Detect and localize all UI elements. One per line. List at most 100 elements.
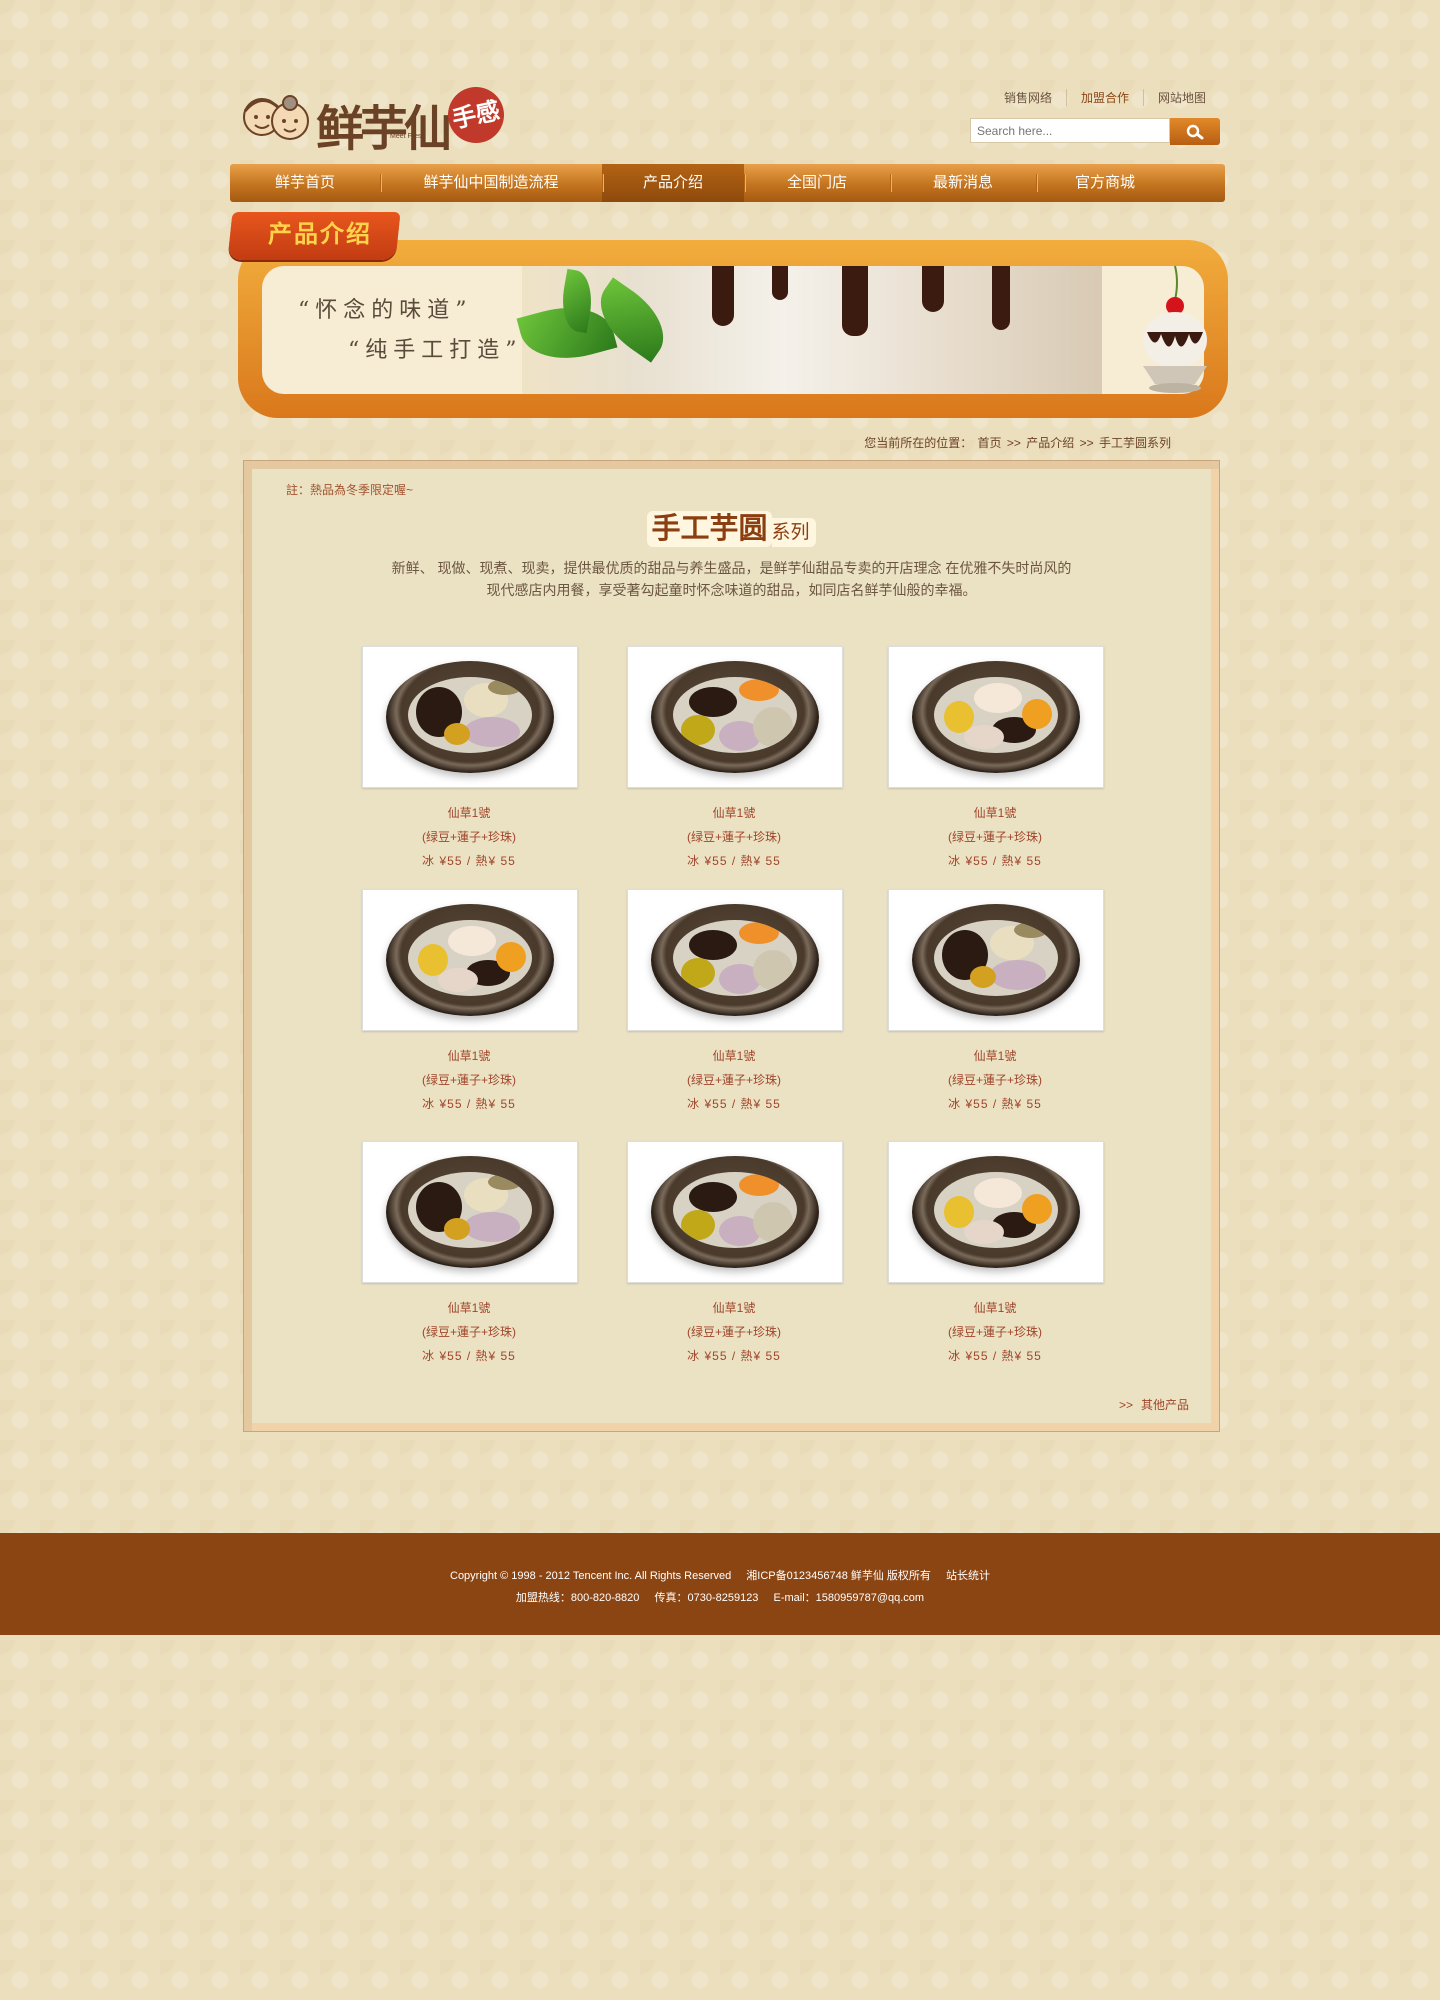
product-card[interactable]: 仙草1號 (绿豆+蓮子+珍珠) 冰 ¥55 / 熱¥ 55 xyxy=(362,1141,578,1364)
product-ingredients: (绿豆+蓮子+珍珠) xyxy=(947,1325,1042,1339)
product-ingredients: (绿豆+蓮子+珍珠) xyxy=(947,1073,1042,1087)
product-ingredients: (绿豆+蓮子+珍珠) xyxy=(421,1073,516,1087)
product-photo[interactable] xyxy=(888,889,1104,1031)
dessert-bowl-icon xyxy=(651,1156,819,1268)
search-box xyxy=(970,118,1220,145)
logo-text: 鲜芋仙 xyxy=(316,101,452,157)
breadcrumb-separator: >> xyxy=(1079,436,1094,450)
product-name[interactable]: 仙草1號 xyxy=(627,1299,841,1316)
logo-stamp: 手感 xyxy=(442,81,510,149)
dessert-bowl-icon xyxy=(386,1156,554,1268)
dessert-bowl-icon xyxy=(651,661,819,773)
product-card[interactable]: 仙草1號 (绿豆+蓮子+珍珠) 冰 ¥55 / 熱¥ 55 xyxy=(888,889,1104,1112)
product-photo[interactable] xyxy=(362,889,578,1031)
dessert-bowl-icon xyxy=(912,904,1080,1016)
nav-item-products[interactable]: 产品介绍 xyxy=(602,164,744,202)
product-ingredients: (绿豆+蓮子+珍珠) xyxy=(947,830,1042,844)
nav-item-news[interactable]: 最新消息 xyxy=(890,164,1036,202)
nav-item-stores[interactable]: 全国门店 xyxy=(744,164,890,202)
top-link-sales-network[interactable]: 销售网络 xyxy=(990,89,1066,106)
product-price: 冰 ¥55 / 熱¥ 55 xyxy=(422,1349,516,1363)
product-photo[interactable] xyxy=(888,1141,1104,1283)
series-description: 新鲜、 现做、现煮、现卖，提供最优质的甜品与养生盛品，是鲜芋仙甜品专卖的开店理念… xyxy=(244,557,1219,601)
product-price: 冰 ¥55 / 熱¥ 55 xyxy=(422,854,516,868)
other-products-link[interactable]: >> 其他产品 xyxy=(1119,1396,1189,1413)
footer-copyright: Copyright © 1998 - 2012 Tencent Inc. All… xyxy=(450,1570,732,1582)
product-price: 冰 ¥55 / 熱¥ 55 xyxy=(948,1097,1042,1111)
banner-slogan-1: “怀念的味道” xyxy=(298,298,473,323)
product-name[interactable]: 仙草1號 xyxy=(627,1047,841,1064)
description-line-1: 新鲜、 现做、现煮、现卖，提供最优质的甜品与养生盛品，是鲜芋仙甜品专卖的开店理念… xyxy=(391,560,1072,576)
top-link-franchise[interactable]: 加盟合作 xyxy=(1065,89,1143,106)
product-photo[interactable] xyxy=(888,646,1104,788)
product-name[interactable]: 仙草1號 xyxy=(362,1299,576,1316)
footer-icp: 湘ICP备0123456748 鲜芋仙 版权所有 xyxy=(746,1570,931,1582)
top-link-sitemap[interactable]: 网站地图 xyxy=(1142,89,1220,106)
search-input[interactable] xyxy=(970,118,1170,143)
series-title: 手工芋圆 系列 xyxy=(244,505,1219,547)
product-card[interactable]: 仙草1號 (绿豆+蓮子+珍珠) 冰 ¥55 / 熱¥ 55 xyxy=(627,646,843,869)
series-title-main: 手工芋圆 xyxy=(647,511,772,547)
breadcrumb: 您当前所在的位置： 首页 >> 产品介绍 >> 手工芋圆系列 xyxy=(864,434,1173,451)
product-price: 冰 ¥55 / 熱¥ 55 xyxy=(687,854,781,868)
product-name[interactable]: 仙草1號 xyxy=(627,804,841,821)
breadcrumb-products[interactable]: 产品介绍 xyxy=(1026,436,1074,450)
product-price: 冰 ¥55 / 熱¥ 55 xyxy=(687,1349,781,1363)
product-card[interactable]: 仙草1號 (绿豆+蓮子+珍珠) 冰 ¥55 / 熱¥ 55 xyxy=(362,889,578,1112)
footer-line-2: 加盟热线：800-820-8820 传真：0730-8259123 E-mail… xyxy=(0,1589,1440,1605)
product-ingredients: (绿豆+蓮子+珍珠) xyxy=(686,1325,781,1339)
nav-item-home[interactable]: 鲜芋首页 xyxy=(230,164,380,202)
dessert-bowl-icon xyxy=(912,1156,1080,1268)
dessert-photo xyxy=(516,266,1102,394)
product-price: 冰 ¥55 / 熱¥ 55 xyxy=(948,1349,1042,1363)
product-ingredients: (绿豆+蓮子+珍珠) xyxy=(421,830,516,844)
product-photo[interactable] xyxy=(362,646,578,788)
site-footer: Copyright © 1998 - 2012 Tencent Inc. All… xyxy=(0,1533,1440,1635)
product-name[interactable]: 仙草1號 xyxy=(362,804,576,821)
product-ingredients: (绿豆+蓮子+珍珠) xyxy=(686,1073,781,1087)
site-logo[interactable]: 鲜芋仙 Meet Fresh 手感 xyxy=(240,81,510,160)
footer-hotline: 加盟热线：800-820-8820 xyxy=(515,1592,640,1604)
breadcrumb-current: 手工芋圆系列 xyxy=(1098,436,1171,450)
product-ingredients: (绿豆+蓮子+珍珠) xyxy=(421,1325,516,1339)
product-content-box: 註：熱品為冬季限定喔~ 手工芋圆 系列 新鲜、 现做、现煮、现卖，提供最优质的甜品… xyxy=(243,460,1220,1432)
product-photo[interactable] xyxy=(627,1141,843,1283)
product-card[interactable]: 仙草1號 (绿豆+蓮子+珍珠) 冰 ¥55 / 熱¥ 55 xyxy=(627,889,843,1112)
product-card[interactable]: 仙草1號 (绿豆+蓮子+珍珠) 冰 ¥55 / 熱¥ 55 xyxy=(888,646,1104,869)
top-links: 销售网络 加盟合作 网站地图 xyxy=(990,89,1220,106)
breadcrumb-prefix: 您当前所在的位置： xyxy=(864,436,973,450)
nav-item-shop[interactable]: 官方商城 xyxy=(1036,164,1174,202)
description-line-2: 现代感店内用餐，享受著勾起童时怀念味道的甜品，如同店名鲜芋仙般的幸福。 xyxy=(486,582,977,598)
search-icon xyxy=(1186,124,1204,139)
product-photo[interactable] xyxy=(627,889,843,1031)
product-card[interactable]: 仙草1號 (绿豆+蓮子+珍珠) 冰 ¥55 / 熱¥ 55 xyxy=(627,1141,843,1364)
product-price: 冰 ¥55 / 熱¥ 55 xyxy=(687,1097,781,1111)
nav-item-process[interactable]: 鲜芋仙中国制造流程 xyxy=(380,164,602,202)
dessert-bowl-icon xyxy=(651,904,819,1016)
more-label: 其他产品 xyxy=(1140,1398,1189,1412)
product-price: 冰 ¥55 / 熱¥ 55 xyxy=(948,854,1042,868)
main-nav: 鲜芋首页 鲜芋仙中国制造流程 产品介绍 全国门店 最新消息 官方商城 xyxy=(230,164,1225,202)
product-photo[interactable] xyxy=(627,646,843,788)
product-price: 冰 ¥55 / 熱¥ 55 xyxy=(422,1097,516,1111)
footer-stats-link[interactable]: 站长统计 xyxy=(946,1570,990,1582)
footer-email: E-mail：1580959787@qq.com xyxy=(773,1592,925,1604)
footer-fax: 传真：0730-8259123 xyxy=(654,1592,759,1604)
section-ribbon-label: 产品介绍 xyxy=(268,221,372,248)
dessert-bowl-icon xyxy=(386,904,554,1016)
breadcrumb-home[interactable]: 首页 xyxy=(978,436,1002,450)
product-name[interactable]: 仙草1號 xyxy=(888,1299,1102,1316)
product-photo[interactable] xyxy=(362,1141,578,1283)
product-name[interactable]: 仙草1號 xyxy=(362,1047,576,1064)
search-button[interactable] xyxy=(1170,118,1220,145)
sundae-icon xyxy=(1143,265,1207,393)
product-card[interactable]: 仙草1號 (绿豆+蓮子+珍珠) 冰 ¥55 / 熱¥ 55 xyxy=(362,646,578,869)
seasonal-note: 註：熱品為冬季限定喔~ xyxy=(286,483,414,497)
product-card[interactable]: 仙草1號 (绿豆+蓮子+珍珠) 冰 ¥55 / 熱¥ 55 xyxy=(888,1141,1104,1364)
footer-line-1: Copyright © 1998 - 2012 Tencent Inc. All… xyxy=(0,1567,1440,1583)
dessert-bowl-icon xyxy=(912,661,1080,773)
product-name[interactable]: 仙草1號 xyxy=(888,804,1102,821)
logo-subtitle: Meet Fresh xyxy=(390,133,426,140)
product-name[interactable]: 仙草1號 xyxy=(888,1047,1102,1064)
dessert-bowl-icon xyxy=(386,661,554,773)
